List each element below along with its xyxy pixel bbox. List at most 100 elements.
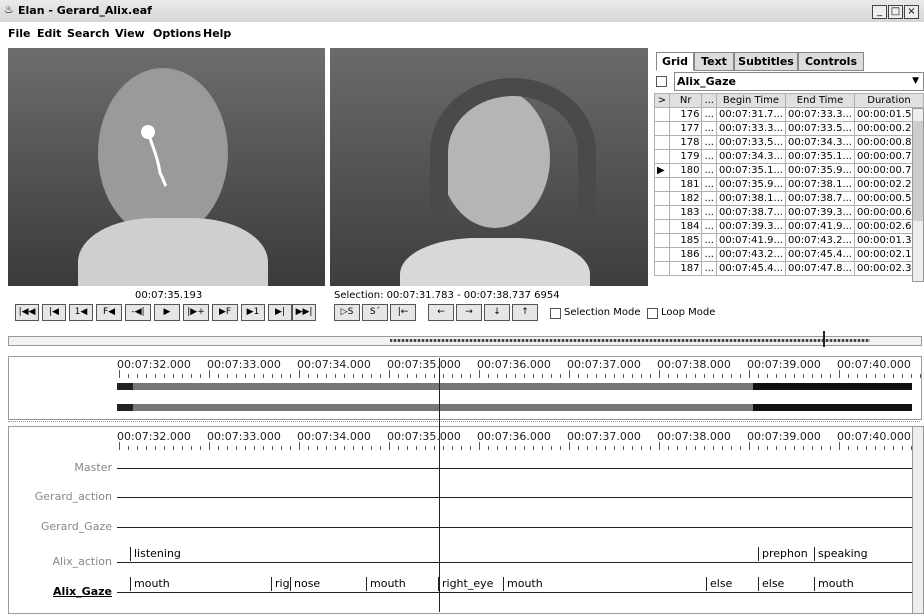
col-ellipsis[interactable]: ... (701, 93, 717, 108)
table-row[interactable]: 176... 00:07:31.7... 00:07:33.3... 00:00:01… (654, 107, 924, 122)
tier-line[interactable] (117, 468, 912, 469)
ruler-tick (632, 446, 633, 450)
clear-selection-button[interactable]: S´ (362, 304, 388, 321)
annotation[interactable]: nose (290, 577, 320, 591)
table-row[interactable]: 184... 00:07:39.3... 00:07:41.9... 00:00:02… (654, 219, 924, 234)
ruler-tick (479, 370, 480, 378)
ruler-tick (371, 446, 372, 450)
maximize-button[interactable]: □ (888, 5, 903, 19)
go-to-end-button[interactable]: ▶▶| (292, 304, 316, 321)
selection-mode-checkbox[interactable] (550, 308, 561, 319)
panel-splitter[interactable] (8, 421, 920, 425)
annotation[interactable]: listening (130, 547, 181, 561)
tier-line[interactable] (117, 527, 912, 528)
annotation[interactable]: mouth (503, 577, 543, 591)
menu-search[interactable]: Search (67, 27, 110, 40)
ruler-tick (767, 374, 768, 378)
tier-label[interactable]: Alix_Gaze (53, 585, 112, 598)
row-marker: ▶ (654, 163, 670, 178)
table-row[interactable]: 179... 00:07:34.3... 00:07:35.1... 00:00:00… (654, 149, 924, 164)
table-row[interactable]: 186... 00:07:43.2... 00:07:45.4... 00:00:02… (654, 247, 924, 262)
ruler-tick (551, 374, 552, 378)
timeline-scrollbar[interactable] (912, 426, 924, 614)
video-alix[interactable] (330, 48, 648, 286)
arrow-right-button[interactable]: → (456, 304, 482, 321)
tier-label[interactable]: Alix_action (52, 555, 112, 568)
tier-line[interactable] (117, 592, 912, 593)
next-scrollview-button[interactable]: ▶| (268, 304, 292, 321)
annotation[interactable]: else (706, 577, 732, 591)
pixel-forward-button[interactable]: |▶+ (183, 304, 209, 321)
tier-label[interactable]: Gerard_Gaze (41, 520, 112, 533)
table-row[interactable]: 181... 00:07:35.9... 00:07:38.1... 00:00:02… (654, 177, 924, 192)
annotation[interactable]: mouth (814, 577, 854, 591)
table-row[interactable]: 178... 00:07:33.5... 00:07:34.3... 00:00:00… (654, 135, 924, 150)
ruler-tick (533, 446, 534, 450)
tier-line[interactable] (117, 497, 912, 498)
slider-handle[interactable] (823, 331, 825, 347)
scroll-thumb[interactable] (913, 121, 923, 221)
tier-line[interactable] (117, 562, 912, 563)
play-selection-button[interactable]: ▷S (334, 304, 360, 321)
tab-grid[interactable]: Grid (656, 52, 694, 71)
close-button[interactable]: × (904, 5, 919, 19)
table-row[interactable]: 182... 00:07:38.1... 00:07:38.7... 00:00:00… (654, 191, 924, 206)
chevron-down-icon: ▼ (912, 76, 919, 86)
row-nr: 180 (668, 163, 703, 178)
frame-forward-button[interactable]: ▶F (212, 304, 238, 321)
col-end[interactable]: End Time (784, 93, 855, 108)
arrow-down-button[interactable]: ↓ (484, 304, 510, 321)
arrow-up-button[interactable]: ↑ (512, 304, 538, 321)
selection-boundary-button[interactable]: |← (390, 304, 416, 321)
table-row[interactable]: ▶ 180... 00:07:35.1... 00:07:35.9... 00:00:0… (654, 163, 924, 178)
tier-label[interactable]: Master (74, 461, 112, 474)
tier-checkbox[interactable] (656, 76, 667, 87)
ruler-tick (155, 446, 156, 450)
annotation[interactable]: rig (271, 577, 290, 591)
table-row[interactable]: 177... 00:07:33.3... 00:07:33.5... 00:00:00… (654, 121, 924, 136)
menu-help[interactable]: Help (203, 27, 231, 40)
tab-subtitles[interactable]: Subtitles (734, 52, 798, 71)
menu-view[interactable]: View (115, 27, 145, 40)
second-back-button[interactable]: 1◀ (69, 304, 93, 321)
col-marker[interactable]: > (654, 93, 670, 108)
menu-edit[interactable]: Edit (37, 27, 61, 40)
annotation[interactable]: else (758, 577, 784, 591)
tier-label[interactable]: Gerard_action (35, 490, 112, 503)
grid-scrollbar[interactable] (912, 108, 924, 282)
tier-select[interactable]: Alix_Gaze ▼ (674, 72, 924, 91)
ruler-tick (794, 374, 795, 378)
play-button[interactable]: ▶ (154, 304, 180, 321)
second-forward-button[interactable]: ▶1 (241, 304, 265, 321)
annotation[interactable]: prephon (758, 547, 808, 561)
col-begin[interactable]: Begin Time (715, 93, 786, 108)
annotation[interactable]: mouth (366, 577, 406, 591)
video-gerard[interactable] (8, 48, 325, 286)
col-nr[interactable]: Nr (668, 93, 703, 108)
frame-back-button[interactable]: F◀ (96, 304, 122, 321)
menu-file[interactable]: File (8, 27, 31, 40)
tab-controls[interactable]: Controls (798, 52, 864, 71)
table-row[interactable]: 183... 00:07:38.7... 00:07:39.3... 00:00:00… (654, 205, 924, 220)
row-marker (654, 191, 670, 206)
previous-scrollview-button[interactable]: |◀ (42, 304, 66, 321)
tab-text[interactable]: Text (694, 52, 734, 71)
table-row[interactable]: 185... 00:07:41.9... 00:07:43.2... 00:00:01… (654, 233, 924, 248)
col-duration[interactable]: Duration (853, 93, 924, 108)
row-ellipsis: ... (701, 261, 717, 276)
annotation[interactable]: right_eye (438, 577, 493, 591)
menu-options[interactable]: Options (153, 27, 201, 40)
title-bar: ♨ Elan - Gerard_Alix.eaf _ □ × (0, 0, 924, 22)
loop-mode-checkbox[interactable] (647, 308, 658, 319)
minimize-button[interactable]: _ (872, 5, 887, 19)
arrow-left-button[interactable]: ← (428, 304, 454, 321)
ruler-tick (722, 446, 723, 450)
ruler-tick (389, 370, 390, 378)
table-row[interactable]: 187... 00:07:45.4... 00:07:47.8... 00:00:02… (654, 261, 924, 276)
annotation[interactable]: speaking (814, 547, 868, 561)
annotation[interactable]: mouth (130, 577, 170, 591)
ruler-tick (749, 370, 750, 378)
ruler-tick (344, 374, 345, 378)
pixel-back-button[interactable]: -◀| (125, 304, 151, 321)
go-to-begin-button[interactable]: |◀◀ (15, 304, 39, 321)
